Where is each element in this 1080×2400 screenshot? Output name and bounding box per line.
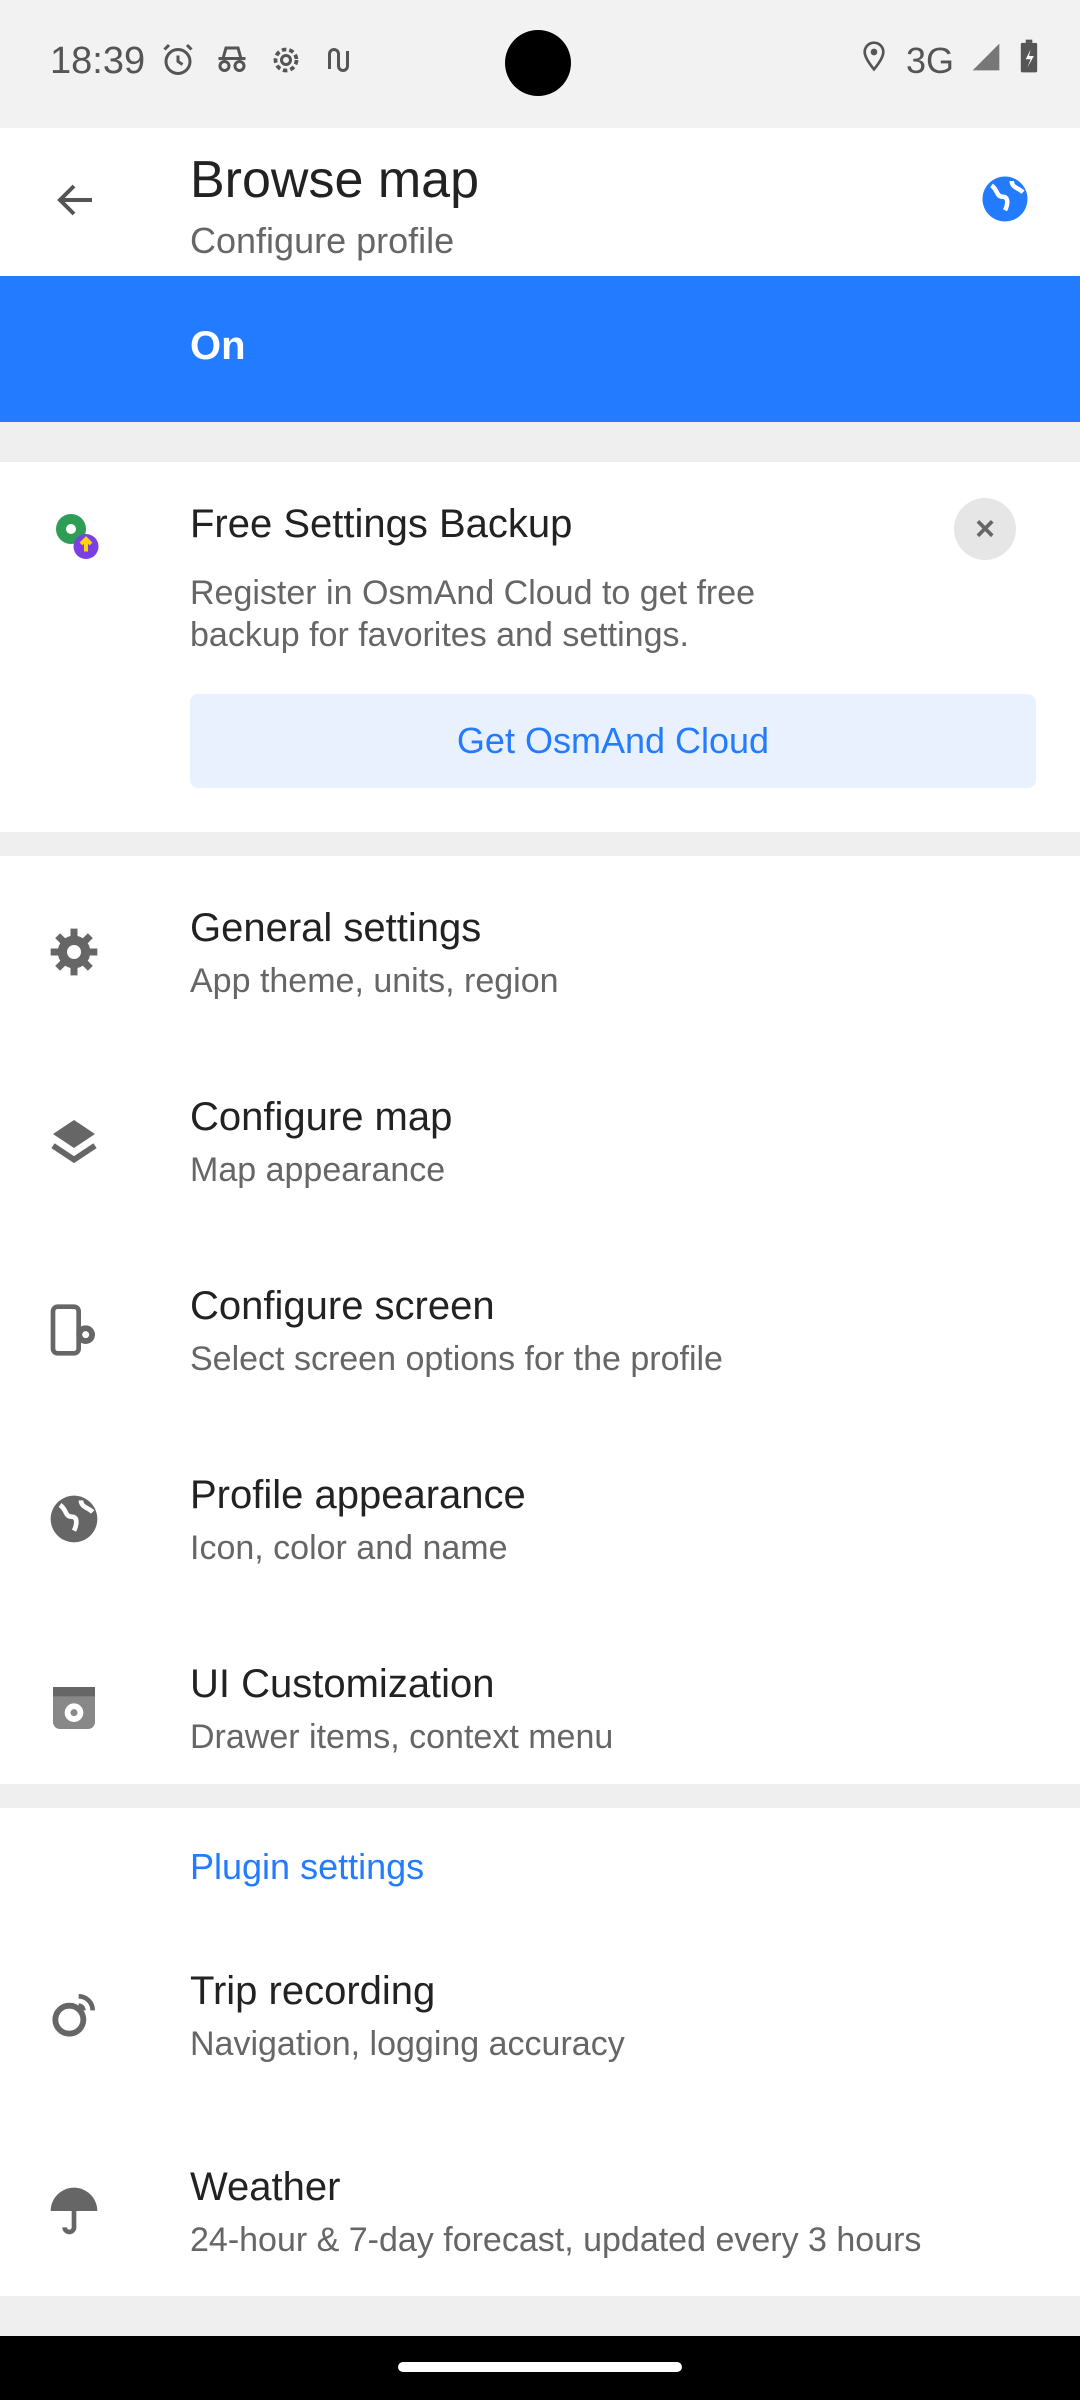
settings-gear-icon	[268, 42, 304, 78]
alarm-icon	[160, 42, 196, 78]
settings-item-title: Profile appearance	[190, 1473, 526, 1517]
app-bar: Browse map Configure profile	[0, 128, 1080, 276]
plugin-item-weather[interactable]: Weather 24-hour & 7-day forecast, update…	[0, 2141, 1080, 2301]
settings-item-title: Weather	[190, 2165, 341, 2209]
gear-icon	[46, 924, 102, 980]
settings-item-desc: Icon, color and name	[190, 1529, 508, 1567]
settings-item-ui-customization[interactable]: UI Customization Drawer items, context m…	[0, 1638, 1080, 1798]
status-right: 3G	[858, 38, 1040, 83]
screen-settings-icon	[46, 1302, 102, 1358]
close-button[interactable]: ×	[954, 498, 1016, 560]
location-icon	[858, 38, 890, 83]
incognito-icon	[214, 42, 250, 78]
tasks-icon	[322, 42, 358, 78]
back-arrow-icon[interactable]	[52, 176, 100, 224]
settings-item-title: General settings	[190, 906, 482, 950]
settings-item-desc: Map appearance	[190, 1151, 446, 1189]
divider	[0, 2296, 1080, 2336]
page-subtitle: Configure profile	[190, 220, 455, 261]
settings-item-desc: 24-hour & 7-day forecast, updated every …	[190, 2221, 922, 2259]
umbrella-icon	[46, 2183, 102, 2239]
cloud-backup-gear-icon	[46, 504, 106, 564]
settings-item-desc: Navigation, logging accuracy	[190, 2025, 625, 2063]
profile-toggle-label: On	[190, 324, 246, 368]
status-left-icons	[160, 42, 358, 78]
camera-cutout	[505, 30, 571, 96]
settings-item-title: Configure map	[190, 1095, 453, 1139]
settings-item-desc: Select screen options for the profile	[190, 1340, 723, 1378]
system-nav-bar	[0, 2336, 1080, 2400]
backup-title: Free Settings Backup	[190, 502, 573, 546]
settings-item-general[interactable]: General settings App theme, units, regio…	[0, 882, 1080, 1042]
status-bar: 18:39 3G	[0, 0, 1080, 128]
settings-item-configure-map[interactable]: Configure map Map appearance	[0, 1071, 1080, 1231]
get-osmand-cloud-button[interactable]: Get OsmAnd Cloud	[190, 694, 1036, 788]
settings-item-desc: App theme, units, region	[190, 962, 559, 1000]
backup-description: Register in OsmAnd Cloud to get free bac…	[190, 574, 756, 654]
settings-item-title: Trip recording	[190, 1969, 436, 2013]
profile-toggle-bar[interactable]: On	[0, 276, 1080, 422]
globe-icon	[46, 1491, 102, 1547]
settings-item-title: UI Customization	[190, 1662, 495, 1706]
divider	[0, 422, 1080, 462]
divider	[0, 1784, 1080, 1808]
plugin-settings-header: Plugin settings	[190, 1846, 425, 1887]
ui-customization-icon	[46, 1680, 102, 1736]
settings-item-desc: Drawer items, context menu	[190, 1718, 614, 1756]
battery-charging-icon	[1018, 38, 1040, 83]
plugin-item-trip-recording[interactable]: Trip recording Navigation, logging accur…	[0, 1945, 1080, 2105]
divider	[0, 832, 1080, 856]
backup-card: Free Settings Backup Register in OsmAnd …	[0, 462, 1080, 832]
status-time: 18:39	[50, 40, 146, 82]
page-title: Browse map	[190, 151, 479, 209]
globe-icon[interactable]	[978, 172, 1032, 226]
home-gesture-handle[interactable]	[398, 2362, 682, 2372]
network-type: 3G	[905, 39, 954, 81]
layers-icon	[46, 1113, 102, 1169]
settings-item-configure-screen[interactable]: Configure screen Select screen options f…	[0, 1260, 1080, 1420]
settings-item-profile-appearance[interactable]: Profile appearance Icon, color and name	[0, 1449, 1080, 1609]
signal-icon	[970, 40, 1002, 82]
trip-recording-icon	[46, 1987, 102, 2043]
settings-item-title: Configure screen	[190, 1284, 495, 1328]
